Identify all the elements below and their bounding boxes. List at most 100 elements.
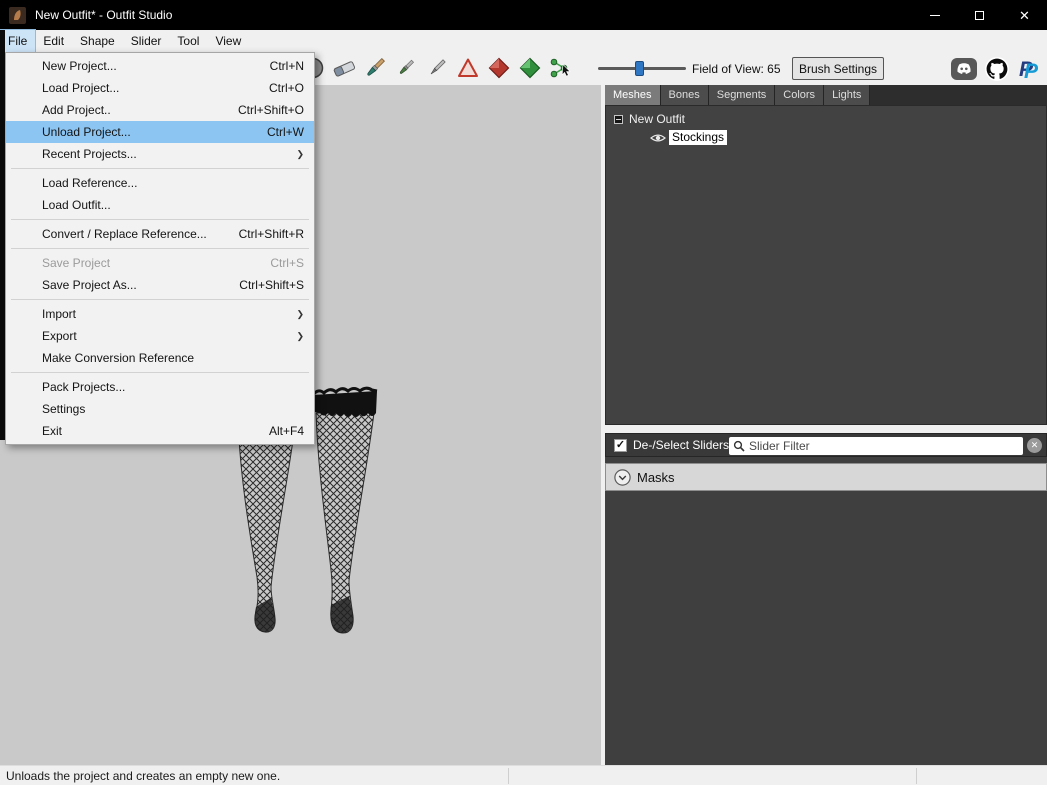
field-of-view-value: 65 <box>767 62 780 76</box>
tree-item-new-outfit[interactable]: New Outfit <box>614 112 685 126</box>
red-diamond-icon[interactable] <box>486 55 512 81</box>
tab-colors[interactable]: Colors <box>775 85 824 105</box>
field-of-view-slider-thumb[interactable] <box>635 61 644 76</box>
menu-item-shortcut: Ctrl+Shift+O <box>238 103 304 117</box>
pen-brush-icon[interactable] <box>424 55 450 81</box>
menu-item-new-project[interactable]: New Project... Ctrl+N <box>6 55 314 77</box>
menu-item-load-project[interactable]: Load Project... Ctrl+O <box>6 77 314 99</box>
menubar-item-edit[interactable]: Edit <box>35 30 72 52</box>
window-controls: ✕ <box>912 0 1047 30</box>
menu-item-unload-project[interactable]: Unload Project... Ctrl+W <box>6 121 314 143</box>
tree-expander-icon[interactable] <box>614 115 623 124</box>
panel-tabbar: Meshes Bones Segments Colors Lights <box>605 85 1047 105</box>
menubar-item-file[interactable]: File <box>0 30 35 52</box>
app-icon <box>9 7 26 24</box>
menu-item-label: Recent Projects... <box>42 147 137 161</box>
menu-item-pack-projects[interactable]: Pack Projects... <box>6 376 314 398</box>
window-title: New Outfit* - Outfit Studio <box>35 8 172 22</box>
maximize-button[interactable] <box>957 0 1002 30</box>
menu-item-save-project[interactable]: Save Project Ctrl+S <box>6 252 314 274</box>
menu-item-label: New Project... <box>42 59 117 73</box>
masks-section-label: Masks <box>637 470 675 485</box>
field-of-view-label: Field of View: 65 <box>692 62 781 76</box>
menu-item-save-project-as[interactable]: Save Project As... Ctrl+Shift+S <box>6 274 314 296</box>
menu-item-label: Load Reference... <box>42 176 137 190</box>
eraser-tool-icon[interactable] <box>331 55 357 81</box>
right-panel: Meshes Bones Segments Colors Lights New … <box>605 85 1047 765</box>
brush-settings-button[interactable]: Brush Settings <box>792 57 884 80</box>
field-of-view-slider[interactable] <box>598 67 686 70</box>
close-button[interactable]: ✕ <box>1002 0 1047 30</box>
menu-item-export[interactable]: Export ❯ <box>6 325 314 347</box>
menu-separator <box>11 372 309 373</box>
paypal-icon[interactable]: P P <box>1017 56 1041 82</box>
eye-icon[interactable] <box>650 132 666 144</box>
green-diamond-icon[interactable] <box>517 55 543 81</box>
menu-item-add-project[interactable]: Add Project.. Ctrl+Shift+O <box>6 99 314 121</box>
slider-filter-input[interactable] <box>749 439 1019 453</box>
menu-item-shortcut: Ctrl+N <box>270 59 304 73</box>
airbrush-tool-icon[interactable] <box>393 55 419 81</box>
menu-item-load-reference[interactable]: Load Reference... <box>6 172 314 194</box>
chevron-down-icon[interactable] <box>614 469 631 486</box>
meshes-tree: New Outfit Stockings <box>605 105 1047 425</box>
tab-meshes[interactable]: Meshes <box>605 85 661 105</box>
menu-separator <box>11 248 309 249</box>
menu-item-convert-replace-reference[interactable]: Convert / Replace Reference... Ctrl+Shif… <box>6 223 314 245</box>
menubar-item-tool[interactable]: Tool <box>169 30 207 52</box>
slider-filter-searchbox <box>729 437 1023 455</box>
tab-lights[interactable]: Lights <box>824 85 870 105</box>
menu-item-label: Convert / Replace Reference... <box>42 227 207 241</box>
menu-separator <box>11 299 309 300</box>
close-icon: ✕ <box>1019 9 1030 22</box>
menu-item-exit[interactable]: Exit Alt+F4 <box>6 420 314 442</box>
clear-icon: ✕ <box>1031 441 1039 450</box>
tree-item-label: Stockings <box>669 130 727 145</box>
menu-item-import[interactable]: Import ❯ <box>6 303 314 325</box>
brush-tools <box>300 55 574 81</box>
menu-item-shortcut: Ctrl+W <box>267 125 304 139</box>
slider-filter-bar: ✓ De-/Select Sliders ✕ <box>605 433 1047 457</box>
search-icon <box>733 440 745 452</box>
minimize-icon <box>930 15 940 16</box>
menu-item-settings[interactable]: Settings <box>6 398 314 420</box>
menu-item-shortcut: Alt+F4 <box>269 424 304 438</box>
file-menu-dropdown: New Project... Ctrl+N Load Project... Ct… <box>5 52 315 445</box>
menu-item-label: Save Project <box>42 256 110 270</box>
horizontal-splitter[interactable] <box>605 425 1047 433</box>
discord-icon[interactable] <box>951 58 977 80</box>
menu-item-label: Load Project... <box>42 81 119 95</box>
tree-item-stockings[interactable]: Stockings <box>650 130 727 145</box>
tab-bones[interactable]: Bones <box>661 85 709 105</box>
submenu-arrow-icon: ❯ <box>296 149 304 160</box>
github-icon[interactable] <box>984 56 1010 82</box>
deselect-sliders-checkbox[interactable]: ✓ <box>614 439 627 452</box>
submenu-arrow-icon: ❯ <box>296 331 304 342</box>
tab-segments[interactable]: Segments <box>709 85 776 105</box>
submenu-arrow-icon: ❯ <box>296 309 304 320</box>
titlebar[interactable]: New Outfit* - Outfit Studio ✕ <box>0 0 1047 30</box>
paint-brush-icon[interactable] <box>362 55 388 81</box>
menu-separator <box>11 219 309 220</box>
menu-item-recent-projects[interactable]: Recent Projects... ❯ <box>6 143 314 165</box>
menu-item-label: Settings <box>42 402 85 416</box>
menubar-item-shape[interactable]: Shape <box>72 30 123 52</box>
edit-nodes-icon[interactable] <box>548 55 574 81</box>
menu-item-label: Export <box>42 329 77 343</box>
masks-section-header[interactable]: Masks <box>605 463 1047 491</box>
menu-item-load-outfit[interactable]: Load Outfit... <box>6 194 314 216</box>
menu-item-label: Unload Project... <box>42 125 131 139</box>
clear-filter-button[interactable]: ✕ <box>1027 438 1042 453</box>
menubar-item-slider[interactable]: Slider <box>123 30 170 52</box>
statusbar-divider <box>508 768 509 784</box>
menubar-item-view[interactable]: View <box>207 30 249 52</box>
deselect-sliders-label: De-/Select Sliders <box>633 438 729 452</box>
menu-item-shortcut: Ctrl+Shift+S <box>239 278 304 292</box>
minimize-button[interactable] <box>912 0 957 30</box>
menubar: File Edit Shape Slider Tool View <box>0 30 1047 52</box>
mirror-triangle-icon[interactable] <box>455 55 481 81</box>
menu-item-make-conversion-reference[interactable]: Make Conversion Reference <box>6 347 314 369</box>
menu-item-shortcut: Ctrl+O <box>269 81 304 95</box>
menu-separator <box>11 168 309 169</box>
app-window: New Outfit* - Outfit Studio ✕ File Edit … <box>0 0 1047 785</box>
